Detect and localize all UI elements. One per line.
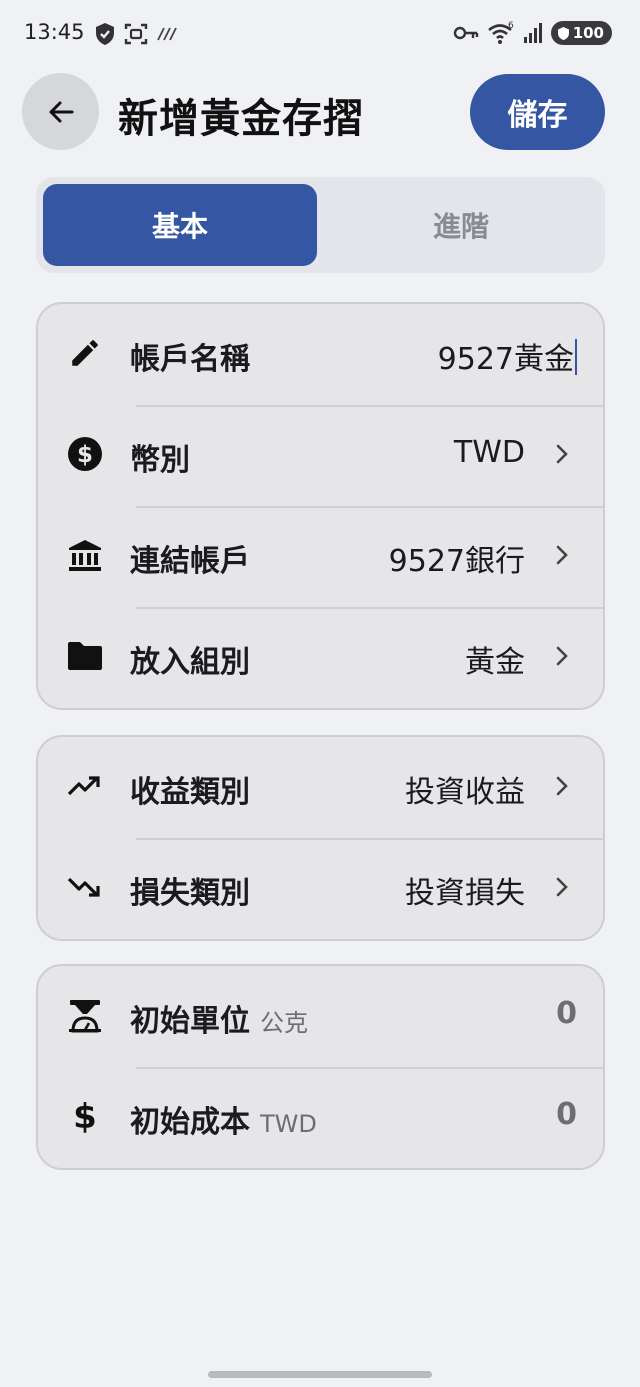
chevron-right-icon [556,646,568,666]
account-name-input[interactable]: 9527黃金 [438,334,577,378]
wifi-icon: 6 [487,21,514,44]
initial-cost-label: 初始成本 TWD [130,1105,317,1140]
svg-text:$: $ [77,442,93,468]
home-indicator[interactable] [208,1371,432,1378]
cell-signal-icon [523,23,542,43]
linked-account-row[interactable]: 連結帳戶 9527銀行 [38,506,603,607]
loss-category-value: 投資損失 [405,876,525,911]
arrow-left-icon [49,101,73,122]
initial-units-row[interactable]: 初始單位 公克 0 [38,966,603,1067]
group-label: 放入組別 [130,645,250,680]
trending-up-icon [66,767,104,805]
currency-value: TWD [453,435,525,470]
trending-down-icon [66,868,104,906]
svg-text:$: $ [73,1098,97,1134]
screen-capture-icon [124,23,148,45]
initial-units-label: 初始單位 公克 [130,1004,308,1039]
income-category-label: 收益類別 [130,775,250,810]
initial-cost-input[interactable]: 0 [556,1097,577,1132]
no-signal-icon [157,27,177,41]
tab-bar: 基本 進階 [36,177,605,273]
back-button[interactable] [22,73,99,150]
battery-indicator: 100 [550,21,612,45]
folder-icon [66,637,104,675]
chevron-right-icon [556,444,568,464]
income-category-value: 投資收益 [405,775,525,810]
pencil-icon [66,334,104,372]
shield-icon [96,23,114,45]
chevron-right-icon [556,545,568,565]
battery-shield-icon [557,26,569,40]
status-bar: 13:45 6 100 [0,0,640,68]
group-row[interactable]: 放入組別 黃金 [38,607,603,708]
page-title: 新增黃金存摺 [118,96,364,142]
linked-account-value: 9527銀行 [388,544,525,579]
key-icon [453,26,478,40]
initial-units-unit: 公克 [260,1009,308,1037]
app-bar: 新增黃金存摺 儲存 [0,70,640,156]
initial-cost-row[interactable]: $ 初始成本 TWD 0 [38,1067,603,1168]
initial-values-card: 初始單位 公克 0 $ 初始成本 TWD 0 [36,964,605,1170]
chevron-right-icon [556,776,568,796]
income-category-row[interactable]: 收益類別 投資收益 [38,737,603,838]
chevron-right-icon [556,877,568,897]
battery-level: 100 [572,24,604,42]
account-settings-card: 帳戶名稱 9527黃金 $ 幣別 TWD 連結帳戶 9527銀行 放入組別 黃金 [36,302,605,710]
currency-row[interactable]: $ 幣別 TWD [38,405,603,506]
group-value: 黃金 [465,645,525,680]
tab-advanced[interactable]: 進階 [324,184,598,266]
loss-category-row[interactable]: 損失類別 投資損失 [38,838,603,939]
save-button[interactable]: 儲存 [470,74,605,150]
loss-category-label: 損失類別 [130,876,250,911]
linked-account-label: 連結帳戶 [130,544,250,579]
initial-units-input[interactable]: 0 [556,996,577,1031]
account-name-label: 帳戶名稱 [130,342,250,377]
status-time: 13:45 [24,20,85,44]
bank-icon [66,536,104,574]
currency-label: 幣別 [130,443,190,478]
dollar-icon: $ [66,1097,104,1135]
account-name-row[interactable]: 帳戶名稱 9527黃金 [38,304,603,405]
svg-text:6: 6 [508,21,514,31]
text-cursor [575,339,577,375]
tab-basic[interactable]: 基本 [43,184,317,266]
dollar-circle-icon: $ [66,435,104,473]
initial-cost-unit: TWD [260,1110,317,1138]
category-settings-card: 收益類別 投資收益 損失類別 投資損失 [36,735,605,941]
scale-icon [66,996,104,1034]
